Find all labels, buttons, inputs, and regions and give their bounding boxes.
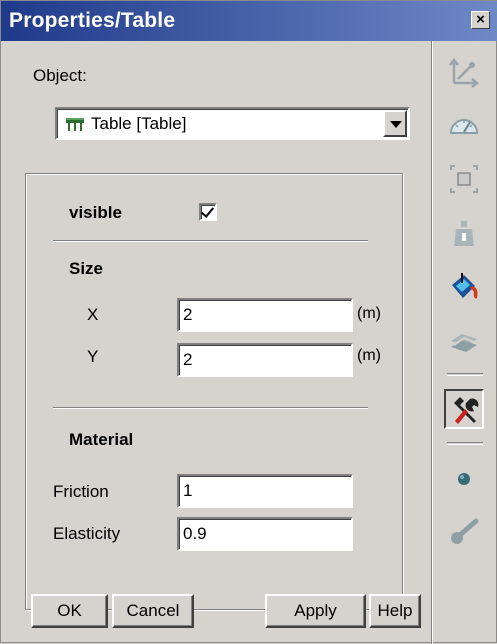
table-icon [66,118,84,131]
visible-checkbox[interactable] [199,203,217,221]
joint-icon[interactable] [444,511,484,551]
material-heading: Material [69,430,134,449]
size-y-unit: (m) [357,347,381,364]
side-toolbar [431,41,497,644]
cancel-button[interactable]: Cancel [112,594,194,628]
gauge-icon[interactable] [444,105,484,145]
apply-button[interactable]: Apply [265,594,366,628]
mass-icon[interactable] [444,213,484,253]
size-x-input[interactable] [177,298,353,332]
divider [53,407,368,409]
friction-input[interactable] [177,474,353,508]
object-select[interactable]: Table [Table] [55,107,410,140]
visible-label: visible [69,203,122,222]
title-bar[interactable]: Properties/Table × [1,1,497,41]
size-x-label: X [87,305,99,324]
properties-panel: Object: Table [Table] visible Size X (m)… [13,41,431,644]
object-select-value: Table [Table] [91,114,187,133]
size-x-unit: (m) [357,305,381,322]
size-y-input[interactable] [177,343,353,377]
size-heading: Size [69,259,104,278]
resize-icon[interactable] [444,159,484,199]
elasticity-input[interactable] [177,517,353,551]
toolbar-divider [447,373,483,376]
window-title: Properties/Table [9,9,176,32]
ok-button[interactable]: OK [31,594,108,628]
paint-bucket-icon[interactable] [444,267,484,307]
friction-label: Friction [53,482,109,501]
coordinates-icon[interactable] [444,53,484,93]
material-icon[interactable] [444,321,484,361]
elasticity-label: Elasticity [53,524,121,543]
point-icon[interactable] [444,459,484,499]
tools-icon[interactable] [444,389,484,429]
help-button[interactable]: Help [369,594,421,628]
toolbar-divider [447,442,483,445]
object-label: Object: [33,66,87,85]
divider [53,240,368,242]
size-y-label: Y [87,347,99,366]
chevron-down-icon[interactable] [383,110,407,137]
properties-window: Properties/Table × Object: Table [Table]… [0,0,497,644]
close-button[interactable]: × [471,11,490,29]
